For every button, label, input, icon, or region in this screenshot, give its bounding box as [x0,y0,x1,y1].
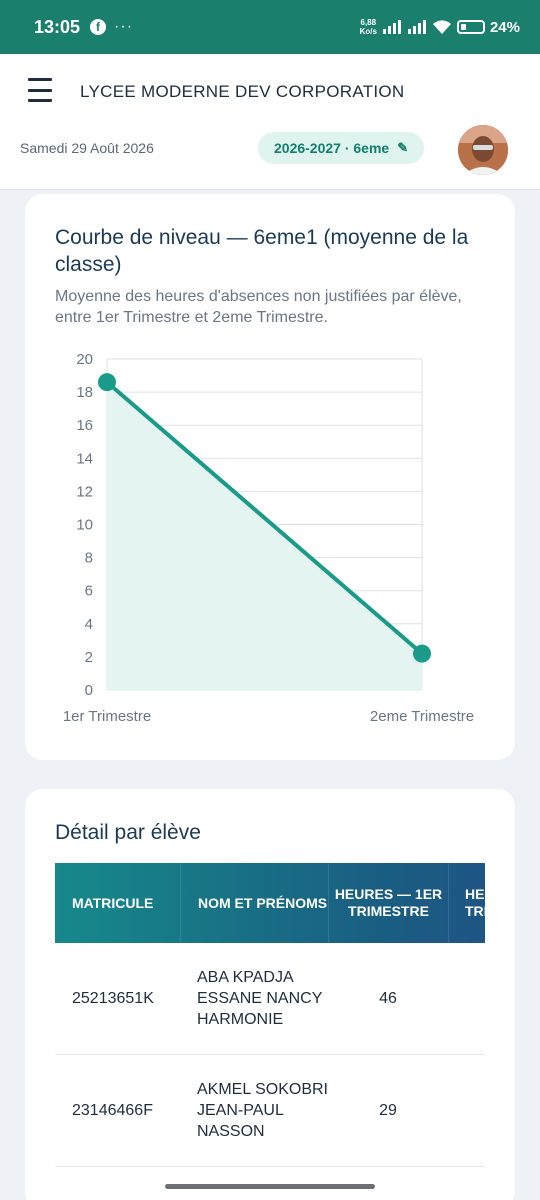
cell-hours-t1: 29 [379,1102,397,1119]
y-tick-label: 10 [76,517,93,534]
school-year-label: 2026-2027 · 6eme [274,140,390,156]
y-tick-label: 0 [85,682,93,699]
current-date: Samedi 29 Août 2026 [20,140,154,156]
school-name: LYCEE MODERNE DEV CORPORATION [80,82,405,101]
network-speed-value: 6,88 [360,18,377,27]
student-detail-card: Détail par élève MATRICULE NOM ET PRÉNOM… [25,789,515,1200]
cell-matricule: 25213651K [72,990,154,1007]
table-row[interactable]: 25213651K ABA KPADJA ESSANE NANCY HARMON… [55,943,485,1055]
signal-icon [407,20,426,34]
y-tick-label: 2 [85,649,93,666]
y-tick-label: 16 [76,417,93,434]
status-icons: 6,88 Ko/s 24% [360,18,520,36]
y-tick-label: 8 [85,550,93,567]
cell-hours-t2 [448,943,485,1054]
y-tick-label: 14 [76,450,93,467]
x-tick-label: 2eme Trimestre [370,708,474,725]
y-tick-label: 6 [85,583,93,600]
pencil-icon: ✎ [397,140,409,155]
signal-icon [382,20,401,34]
wifi-icon [432,20,451,34]
table-header: MATRICULE NOM ET PRÉNOMS HEURES — 1ER TR… [55,863,485,943]
column-header-matricule[interactable]: MATRICULE [55,863,180,943]
area-chart: 0 2 4 6 8 10 12 14 16 18 20 1er Trimestre 2eme Trime… [63,351,474,725]
avatar-image [458,125,508,175]
avatar[interactable] [458,125,508,175]
y-tick-label: 12 [76,483,93,500]
x-tick-label: 1er Trimestre [63,708,151,725]
data-point [413,644,431,663]
battery-icon [456,20,485,34]
cell-nom: ABA KPADJA ESSANE NANCY HARMONIE [197,969,323,1028]
network-speed-unit: Ko/s [359,27,377,36]
facebook-icon: f [90,19,107,35]
hamburger-menu-icon[interactable] [28,78,52,102]
more-dots-icon: ··· [114,18,134,35]
cell-hours-t2 [448,1055,485,1166]
student-table[interactable]: MATRICULE NOM ET PRÉNOMS HEURES — 1ER TR… [55,863,485,1200]
status-time: 13:05 [34,16,81,37]
cell-nom: AKMEL SOKOBRI JEAN-PAUL NASSON [197,1081,328,1140]
cell-hours-t1: 46 [379,990,397,1007]
y-tick-label: 20 [76,351,93,368]
y-tick-label: 18 [76,384,93,401]
column-header-hours-t1[interactable]: HEURES — 1ER TRIMESTRE [328,863,448,943]
column-header-hours-t2[interactable]: HEURES — 2EME TRIMESTRE [448,863,485,943]
column-header-nom[interactable]: NOM ET PRÉNOMS [180,863,328,943]
cell-matricule: 23146466F [72,1102,153,1119]
chart-card: Courbe de niveau — 6eme1 (moyenne de la … [25,194,515,760]
data-point [98,373,116,392]
app-header: LYCEE MODERNE DEV CORPORATION Samedi 29 … [0,54,540,190]
area-fill [107,382,422,690]
school-year-chip[interactable]: 2026-2027 · 6eme ✎ [258,132,425,164]
table-title: Détail par élève [55,821,201,844]
y-tick-label: 4 [85,616,93,633]
network-speed: 6,88 Ko/s [360,18,377,36]
battery-percent: 24% [489,18,520,36]
table-row[interactable]: 23146466F AKMEL SOKOBRI JEAN-PAUL NASSON… [55,1055,485,1167]
status-bar: 13:05 f ··· 6,88 Ko/s 24% [0,0,540,54]
gesture-home-bar[interactable] [165,1184,375,1189]
